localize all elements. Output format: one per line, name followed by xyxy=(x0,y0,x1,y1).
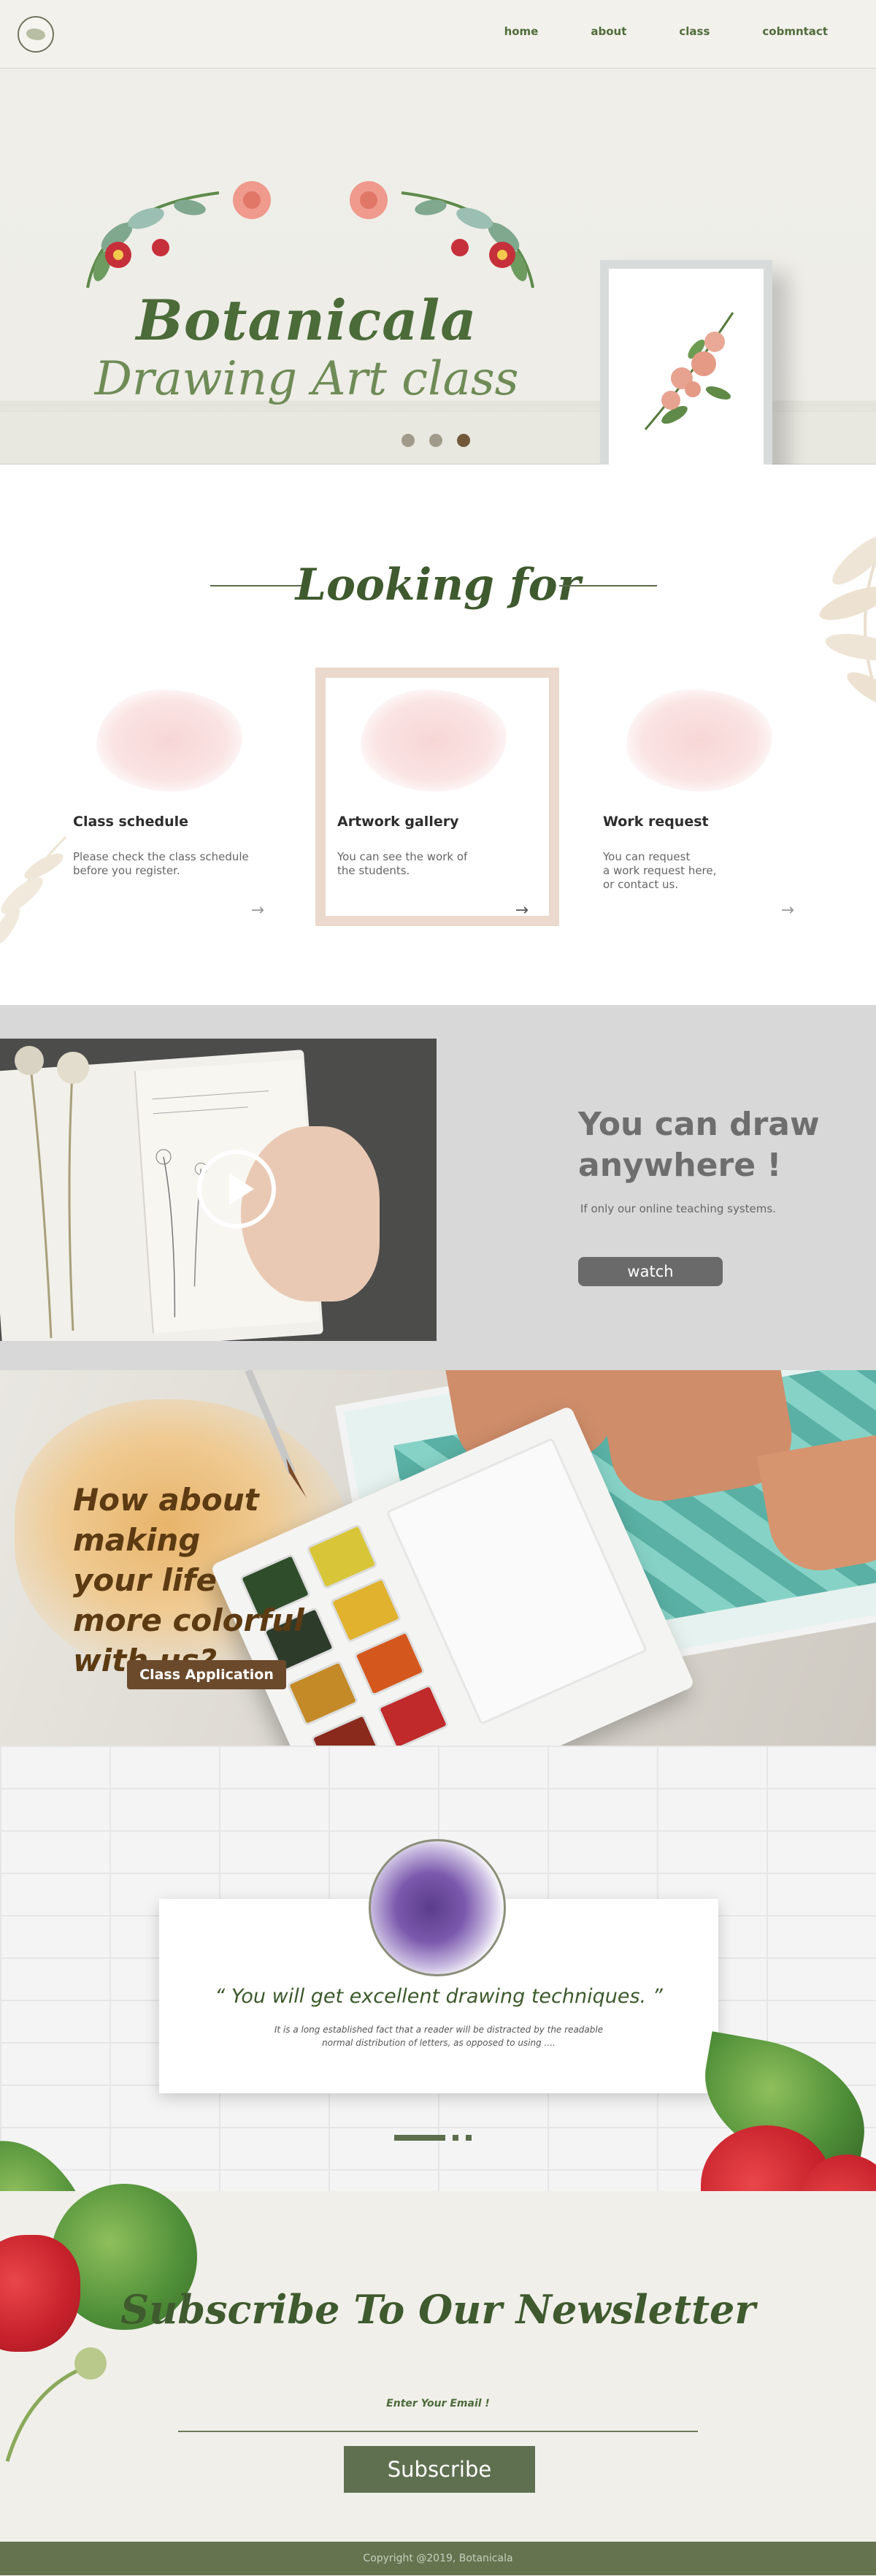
cta-heading: How about making your life more colorful… xyxy=(73,1482,304,1678)
card-work-request[interactable]: Work request You can request a work requ… xyxy=(581,668,825,926)
watercolor-splash xyxy=(361,689,507,792)
nav-link-class[interactable]: class xyxy=(679,25,710,38)
video-subtext: If only our online teaching systems. xyxy=(580,1202,776,1215)
dried-flower-icon xyxy=(15,1046,89,1339)
testimonial-quote: “ You will get excellent drawing techniq… xyxy=(215,1985,663,2008)
hero-slider-dots xyxy=(402,434,470,447)
paint-well xyxy=(377,1683,450,1746)
card-title: Artwork gallery xyxy=(337,814,459,830)
email-label: Enter Your Email ! xyxy=(386,2398,490,2409)
nav-links: home about class cobmntact xyxy=(452,25,828,38)
watch-button[interactable]: watch xyxy=(578,1257,723,1286)
slider-indicator-1[interactable] xyxy=(394,2135,445,2141)
class-application-button[interactable]: Class Application xyxy=(127,1660,286,1689)
subscribe-button[interactable]: Subscribe xyxy=(344,2446,535,2493)
testimonial-slider-indicator xyxy=(394,2135,472,2141)
framed-flower-artwork xyxy=(600,260,772,491)
video-section: You can draw anywhere ! If only our onli… xyxy=(0,1005,876,1370)
nav-link-about[interactable]: about xyxy=(591,25,626,38)
title-line-right xyxy=(559,585,657,586)
video-heading: You can draw anywhere ! xyxy=(578,1106,820,1184)
arrow-right-icon[interactable]: → xyxy=(515,901,529,920)
play-icon[interactable] xyxy=(197,1150,276,1228)
flower-wreath-left-icon xyxy=(86,181,271,288)
hero-subtitle: Drawing Art class xyxy=(94,352,519,406)
card-class-schedule[interactable]: Class schedule Please check the class sc… xyxy=(51,668,295,926)
testimonial-section: “ You will get excellent drawing techniq… xyxy=(0,1746,876,2293)
slider-indicator-2[interactable] xyxy=(453,2135,458,2141)
slider-dot-2[interactable] xyxy=(429,434,442,447)
card-text: Please check the class schedule before y… xyxy=(73,850,249,877)
top-nav: home about class cobmntact xyxy=(0,0,876,69)
footer: Copyright @2019, Botanicala xyxy=(0,2542,876,2575)
iris-flower-avatar xyxy=(369,1839,506,1976)
card-title: Work request xyxy=(603,814,709,830)
flower-stem-icon xyxy=(5,2347,107,2462)
card-text: You can see the work of the students. xyxy=(337,850,468,877)
card-title: Class schedule xyxy=(73,814,189,830)
flower-wreath-right-icon xyxy=(350,181,534,288)
copyright-text: Copyright @2019, Botanicala xyxy=(363,2553,513,2564)
email-input[interactable] xyxy=(178,2412,698,2432)
hero-banner: Botanicala Drawing Art class xyxy=(0,69,876,491)
video-thumbnail[interactable] xyxy=(0,1039,437,1341)
rose-illustration-icon xyxy=(644,312,734,430)
card-text: You can request a work request here, or … xyxy=(603,850,717,891)
class-application-section: How about making your life more colorful… xyxy=(0,1370,876,1746)
hero-title: Botanicala xyxy=(136,288,477,353)
arrow-right-icon[interactable]: → xyxy=(781,901,794,920)
looking-for-section: Looking for Class schedule Please check … xyxy=(0,465,876,1005)
newsletter-title: Subscribe To Our Newsletter xyxy=(120,2286,756,2333)
slider-dot-1[interactable] xyxy=(402,434,415,447)
testimonial-body: It is a long established fact that a rea… xyxy=(274,2025,604,2048)
looking-for-title: Looking for xyxy=(295,559,581,611)
watercolor-splash xyxy=(626,689,772,792)
card-artwork-gallery[interactable]: Artwork gallery You can see the work of … xyxy=(315,668,559,926)
arrow-right-icon[interactable]: → xyxy=(251,901,264,920)
nav-link-contact[interactable]: cobmntact xyxy=(762,25,828,38)
nav-link-home[interactable]: home xyxy=(504,25,539,38)
slider-dot-3[interactable] xyxy=(457,434,470,447)
watercolor-splash xyxy=(96,689,242,792)
newsletter-section: Subscribe To Our Newsletter Enter Your E… xyxy=(0,2184,876,2542)
slider-indicator-3[interactable] xyxy=(466,2135,472,2141)
logo[interactable] xyxy=(18,16,54,53)
